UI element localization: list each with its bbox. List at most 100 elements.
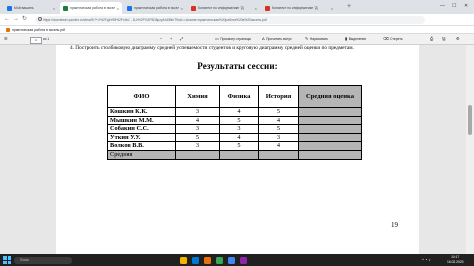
pdf-toolbar: ☰ 1 из 1 − + ⤢ ▭ Просмотр страницы A Прочи…	[0, 34, 474, 45]
read-aloud-button[interactable]: A Прочитать вслух	[262, 34, 292, 44]
grade-cell: 5	[258, 124, 299, 134]
grade-cell: 5	[219, 141, 259, 151]
page-view-button[interactable]: ▭ Просмотр страницы	[215, 34, 251, 44]
tab-favicon-icon	[63, 5, 68, 11]
browser-toolbar: ← → ↻ https://docviewer.yandex.ru/view/0…	[0, 14, 474, 37]
table-row: Уткин У.У. 5 4 3	[107, 132, 362, 143]
grade-cell: 3	[175, 141, 220, 151]
browser-tab[interactable]: практическая работа в эксел ×	[124, 2, 186, 14]
student-name-cell: Уткин У.У.	[107, 132, 176, 143]
menu-icon[interactable]: ☰	[4, 34, 9, 44]
student-name-cell: Собакин С.С.	[107, 124, 176, 134]
grade-cell: 3	[175, 124, 220, 134]
back-icon[interactable]: ←	[4, 15, 10, 24]
tab-close-icon[interactable]: ×	[53, 6, 55, 11]
erase-label: Стереть	[390, 37, 403, 41]
page-number: 19	[391, 221, 398, 229]
zoom-out-icon[interactable]: −	[160, 34, 164, 44]
grade-cell: 3	[175, 107, 220, 117]
read-aloud-label: Прочитать вслух	[266, 37, 292, 41]
footer-cell	[258, 149, 299, 160]
pdf-favicon-icon	[6, 27, 10, 32]
grade-cell: 5	[258, 107, 299, 117]
bookmark-label: практическая работа в эксель.pdf	[12, 27, 65, 32]
grade-cell: 5	[219, 115, 259, 126]
highlight-button[interactable]: ▮ Выделение	[345, 34, 366, 44]
grade-cell: 4	[175, 115, 220, 126]
taskbar-app-icon[interactable]	[228, 256, 235, 264]
print-icon[interactable]: ⎙	[430, 34, 435, 44]
average-cell	[298, 132, 362, 143]
taskbar-app-icon[interactable]	[192, 256, 199, 264]
taskbar-app-icon[interactable]	[240, 256, 247, 264]
student-name-cell: Мышкин М.М.	[107, 115, 176, 126]
header-history: История	[258, 85, 299, 108]
highlight-label: Выделение	[348, 37, 367, 41]
tab-close-icon[interactable]: ×	[117, 6, 119, 11]
taskbar-search[interactable]: Поиск	[14, 256, 72, 264]
average-cell	[298, 124, 362, 134]
tray-icons[interactable]: ^ ◔ ♪	[422, 255, 431, 265]
tab-favicon-icon	[7, 5, 12, 11]
tab-close-icon[interactable]: ×	[255, 6, 257, 11]
taskbar-app-icon[interactable]	[216, 256, 223, 264]
browser-tab[interactable]: Мой вашинь ×	[4, 2, 58, 14]
header-chemistry: Химия	[175, 85, 220, 108]
zoom-in-icon[interactable]: +	[170, 34, 174, 44]
footer-cell	[219, 149, 259, 160]
tab-title: Конспект по информатике "Д	[272, 6, 318, 10]
page-view-label: Просмотр страницы	[220, 37, 251, 41]
settings-icon[interactable]: ⚙	[456, 34, 461, 44]
draw-label: Нарисовать	[309, 37, 328, 41]
taskbar-app-icon[interactable]	[180, 256, 187, 264]
tab-close-icon[interactable]: ×	[181, 6, 183, 11]
footer-cell	[298, 149, 362, 160]
forward-icon[interactable]: →	[13, 15, 19, 24]
student-name-cell: Волков В.В.	[107, 141, 176, 151]
address-bar[interactable]: https://docviewer.yandex.ru/view/0/?*=f%…	[35, 15, 425, 24]
scrollbar[interactable]	[466, 45, 474, 254]
grade-cell: 5	[175, 132, 220, 143]
grade-cell: 3	[258, 132, 299, 143]
clock[interactable]: 10:17 16.02.2023	[447, 255, 464, 265]
grade-cell: 3	[219, 124, 259, 134]
taskbar-app-icon[interactable]	[204, 256, 211, 264]
table-header-row: ФИО Химия Физика История Средняя оценка	[107, 85, 362, 108]
draw-button[interactable]: ✎ Нарисовать	[305, 34, 328, 44]
tab-favicon-icon	[265, 5, 270, 11]
average-cell	[298, 141, 362, 151]
table-footer-row: Средняя	[107, 149, 362, 160]
footer-cell	[175, 149, 220, 160]
minimize-icon[interactable]: —	[440, 2, 445, 10]
new-tab-button[interactable]: +	[347, 3, 351, 11]
pdf-viewer[interactable]: 4. Построить столбиковую диаграмму средн…	[0, 45, 474, 254]
scrollbar-thumb[interactable]	[467, 105, 472, 135]
site-info-icon[interactable]	[38, 16, 42, 21]
save-icon[interactable]: 🖫	[442, 34, 447, 44]
browser-tab[interactable]: Конспект по информатике "Д ×	[262, 2, 336, 14]
grade-cell: 4	[219, 107, 259, 117]
task-text: 4. Построить столбиковую диаграмму средн…	[70, 45, 354, 51]
bookmark-item[interactable]: практическая работа в эксель.pdf	[6, 27, 65, 33]
tab-close-icon[interactable]: ×	[331, 6, 333, 11]
erase-button[interactable]: ⌫ Стереть	[383, 34, 403, 44]
clock-date: 16.02.2023	[447, 259, 464, 264]
page-number-input[interactable]: 1	[30, 36, 42, 44]
table-title: Результаты сессии:	[197, 61, 278, 71]
close-window-icon[interactable]: ✕	[464, 2, 468, 10]
reload-icon[interactable]: ↻	[22, 15, 27, 24]
browser-tab[interactable]: Конспект по информатике "Д ×	[188, 2, 260, 14]
pdf-page: 4. Построить столбиковую диаграмму средн…	[56, 45, 419, 254]
fit-page-icon[interactable]: ⤢	[180, 34, 185, 44]
windows-start-icon[interactable]	[3, 256, 11, 264]
tab-title: практическая работа в эксель	[70, 6, 115, 10]
grade-cell: 4	[258, 141, 299, 151]
maximize-icon[interactable]: ☐	[452, 2, 456, 10]
taskbar: Поиск ^ ◔ ♪ 10:17 16.02.2023	[0, 254, 474, 266]
results-table: ФИО Химия Физика История Средняя оценка …	[107, 85, 362, 160]
page-count: из 1	[43, 37, 50, 41]
grade-cell: 4	[258, 115, 299, 126]
browser-tab[interactable]: практическая работа в эксель ×	[60, 2, 122, 14]
header-fio: ФИО	[107, 85, 176, 108]
table-body: Кошкин К.К. 3 4 5 Мышкин М.М. 4 5 4 Собакин С.С.…	[107, 107, 362, 160]
